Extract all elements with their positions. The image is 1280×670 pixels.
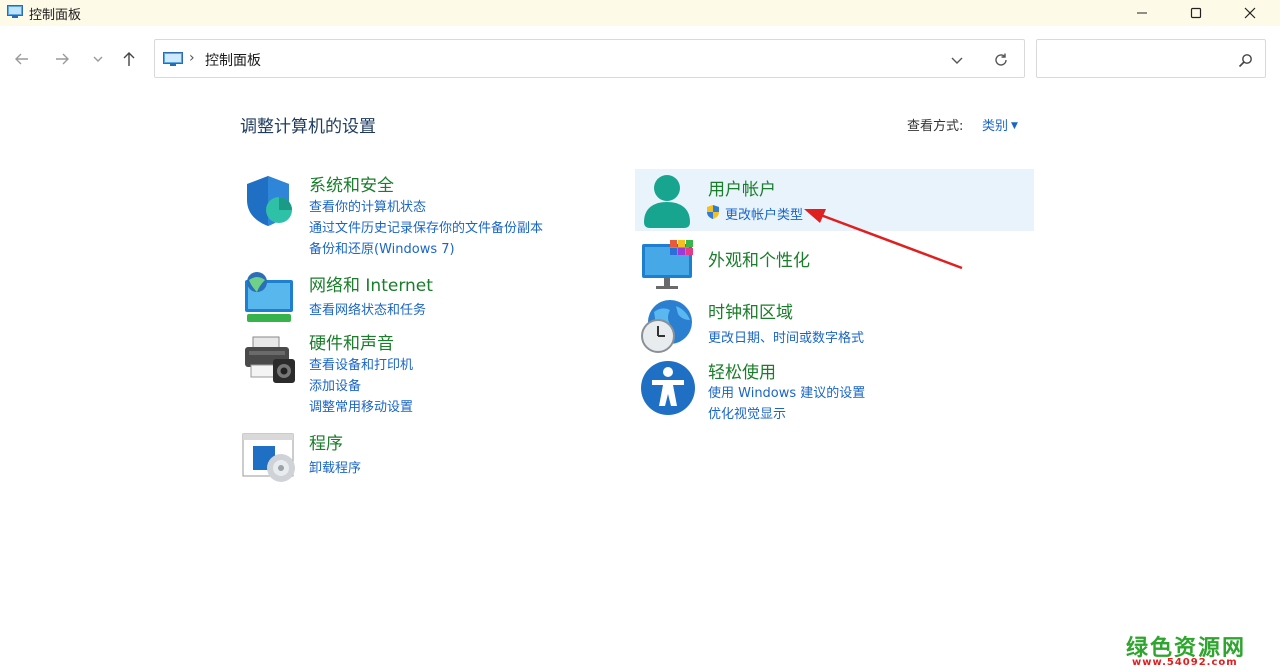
category-title[interactable]: 轻松使用 [708, 358, 776, 383]
category-programs: 程序 卸载程序 [241, 428, 581, 488]
page-title: 调整计算机的设置 [240, 117, 376, 137]
arrow-up-icon [123, 52, 135, 66]
maximize-icon [1190, 7, 1202, 19]
chevron-down-icon [93, 56, 103, 62]
category-title[interactable]: 用户帐户 [708, 175, 776, 200]
search-button[interactable] [1235, 50, 1255, 70]
up-button[interactable] [116, 46, 142, 72]
programs-icon [242, 433, 295, 482]
user-icon [644, 175, 690, 228]
printer-icon [245, 336, 295, 383]
title-bar: 控制面板 [0, 0, 1280, 26]
link-change-date-time-format[interactable]: 更改日期、时间或数字格式 [708, 327, 864, 346]
minimize-icon [1137, 12, 1147, 14]
category-title[interactable]: 时钟和区域 [708, 298, 793, 323]
category-title[interactable]: 外观和个性化 [708, 246, 810, 271]
recent-locations-button[interactable] [85, 46, 111, 72]
refresh-icon [995, 53, 1007, 66]
minimize-button[interactable] [1115, 0, 1169, 26]
forward-button[interactable] [49, 46, 75, 72]
view-by-label: 查看方式: [907, 119, 964, 134]
search-input[interactable] [1043, 46, 1223, 72]
category-network-internet: 网络和 Internet 查看网络状态和任务 [241, 270, 581, 325]
address-dropdown-button[interactable] [947, 50, 967, 70]
search-icon [1238, 53, 1252, 67]
arrow-left-icon [15, 53, 28, 65]
address-bar[interactable]: › 控制面板 [154, 39, 1025, 78]
breadcrumb-item[interactable]: 控制面板 [205, 50, 261, 70]
link-view-computer-status[interactable]: 查看你的计算机状态 [309, 196, 426, 215]
maximize-button[interactable] [1169, 0, 1223, 26]
back-button[interactable] [9, 46, 35, 72]
category-hardware-sound: 硬件和声音 查看设备和打印机 添加设备 调整常用移动设置 [241, 329, 581, 419]
category-title[interactable]: 网络和 Internet [309, 271, 433, 296]
arrow-right-icon [56, 53, 69, 65]
close-button[interactable] [1223, 0, 1277, 26]
uac-shield-icon [707, 205, 719, 219]
monitor-icon [642, 240, 693, 289]
category-title[interactable]: 硬件和声音 [309, 329, 394, 354]
view-by-dropdown[interactable]: 类别 ▼ [982, 115, 1018, 134]
caret-down-icon: ▼ [1011, 121, 1018, 131]
view-by-value: 类别 [982, 119, 1009, 134]
control-panel-icon [7, 5, 23, 18]
breadcrumb-separator: › [189, 50, 195, 66]
link-add-device[interactable]: 添加设备 [309, 375, 361, 394]
link-optimize-visual-display[interactable]: 优化视觉显示 [708, 403, 786, 422]
window-title: 控制面板 [29, 8, 82, 23]
link-devices-printers[interactable]: 查看设备和打印机 [309, 354, 413, 373]
annotation-arrow [804, 209, 963, 270]
link-backup-restore[interactable]: 备份和还原(Windows 7) [309, 238, 455, 257]
close-icon [1244, 7, 1256, 19]
category-title[interactable]: 系统和安全 [309, 171, 394, 196]
category-ease-of-access: 轻松使用 使用 Windows 建议的设置 优化视觉显示 [640, 358, 1020, 423]
accessibility-icon [641, 361, 695, 415]
link-network-status[interactable]: 查看网络状态和任务 [309, 299, 426, 318]
shield-icon [247, 176, 292, 226]
category-title[interactable]: 程序 [309, 429, 343, 454]
link-mobility-settings[interactable]: 调整常用移动设置 [309, 396, 413, 415]
clock-globe-icon [641, 300, 692, 353]
network-icon [245, 272, 293, 322]
link-change-account-type[interactable]: 更改帐户类型 [725, 204, 803, 223]
refresh-button[interactable] [991, 50, 1011, 70]
chevron-down-icon [951, 57, 963, 64]
search-box[interactable] [1036, 39, 1266, 78]
control-panel-icon [163, 52, 183, 66]
category-system-security: 系统和安全 查看你的计算机状态 通过文件历史记录保存你的文件备份副本 备份和还原… [241, 172, 581, 262]
category-clock-region: 时钟和区域 更改日期、时间或数字格式 [640, 298, 1020, 353]
watermark-url: www.54092.com [1132, 657, 1238, 668]
link-windows-suggested-settings[interactable]: 使用 Windows 建议的设置 [708, 382, 865, 401]
link-uninstall-program[interactable]: 卸载程序 [309, 457, 361, 476]
link-file-history[interactable]: 通过文件历史记录保存你的文件备份副本 [309, 217, 543, 236]
